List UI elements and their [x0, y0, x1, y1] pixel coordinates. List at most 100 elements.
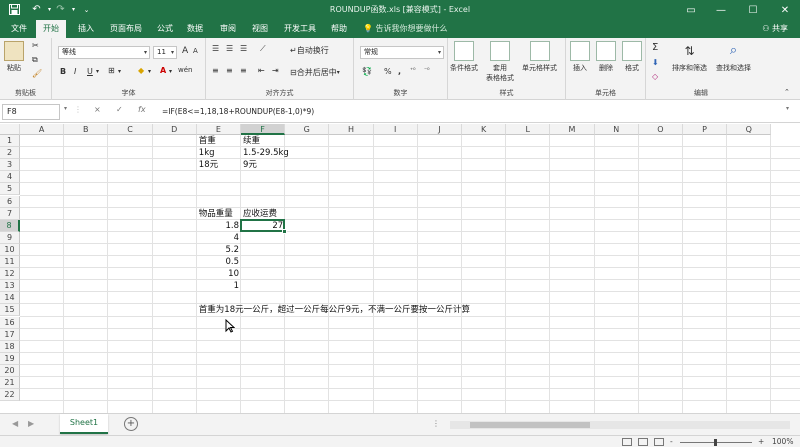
cell-e2[interactable]: 1kg [197, 147, 217, 159]
worksheet-grid[interactable]: A B C D E F G H I J K L M N O P Q 1 2 3 4 5 6 7 8 9 10 11 12 13 14 15 16… [0, 124, 800, 413]
cut-icon[interactable]: ✂ [32, 41, 39, 50]
cell-e15[interactable]: 首重为18元一公斤，超过一公斤每公斤9元，不满一公斤要按一公斤计算 [197, 304, 472, 316]
tab-home[interactable]: 开始 [36, 20, 66, 38]
cell-e13[interactable]: 1 [197, 280, 241, 292]
format-painter-icon[interactable]: 🖌 [32, 69, 42, 78]
cell-e10[interactable]: 5.2 [197, 244, 241, 256]
align-center-icon[interactable]: ≡ [226, 66, 233, 75]
prev-sheet-icon[interactable]: ◀ [12, 419, 18, 428]
column-header-n[interactable]: N [594, 124, 639, 135]
collapse-ribbon-icon[interactable]: ⌃ [784, 88, 790, 96]
row-header-17[interactable]: 17 [0, 328, 20, 341]
font-color-icon[interactable]: A [160, 66, 166, 75]
cell-e9[interactable]: 4 [197, 232, 241, 244]
chevron-down-icon[interactable]: ▾ [96, 68, 99, 75]
align-middle-icon[interactable]: ☰ [226, 44, 233, 53]
cell-e3[interactable]: 18元 [197, 159, 220, 171]
tab-split-handle[interactable]: ⋮ [432, 419, 440, 428]
row-header-11[interactable]: 11 [0, 256, 20, 269]
column-header-f[interactable]: F [241, 124, 286, 135]
cell-f3[interactable]: 9元 [241, 159, 259, 171]
cancel-icon[interactable]: × [94, 105, 101, 114]
column-header-c[interactable]: C [108, 124, 153, 135]
chevron-down-icon[interactable]: ▾ [118, 68, 121, 75]
phonetic-button[interactable]: wén [178, 66, 192, 74]
align-top-icon[interactable]: ☰ [212, 44, 219, 53]
cell-e7[interactable]: 物品重量 [197, 208, 235, 220]
increase-indent-icon[interactable]: ⇥ [272, 66, 279, 75]
column-header-m[interactable]: M [550, 124, 595, 135]
tell-me-box[interactable]: 💡 告诉我你想要做什么 [363, 23, 448, 34]
page-layout-view-icon[interactable] [638, 438, 648, 446]
clear-icon[interactable]: ◇ [652, 72, 658, 81]
tab-insert[interactable]: 插入 [71, 20, 101, 38]
row-header-2[interactable]: 2 [0, 147, 20, 160]
row-header-8[interactable]: 8 [0, 219, 20, 232]
percent-button[interactable]: % [384, 67, 392, 76]
paste-button[interactable]: 粘贴 [4, 41, 24, 73]
close-icon[interactable]: ✕ [770, 0, 800, 20]
tab-review[interactable]: 审阅 [213, 20, 243, 38]
row-header-6[interactable]: 6 [0, 195, 20, 208]
align-bottom-icon[interactable]: ☰ [240, 44, 247, 53]
decrease-decimal-icon[interactable]: ⁻⁰ [424, 67, 430, 74]
cell-e11[interactable]: 0.5 [197, 256, 241, 268]
row-header-15[interactable]: 15 [0, 304, 20, 317]
tab-formulas[interactable]: 公式 [150, 20, 180, 38]
add-sheet-button[interactable]: + [124, 417, 138, 431]
column-header-a[interactable]: A [20, 124, 65, 135]
shrink-font-button[interactable]: A [193, 47, 198, 55]
row-header-3[interactable]: 3 [0, 159, 20, 172]
increase-decimal-icon[interactable]: ⁺⁰ [410, 67, 416, 74]
scrollbar-thumb[interactable] [470, 422, 590, 428]
tab-data[interactable]: 数据 [180, 20, 210, 38]
orientation-icon[interactable]: ⟋ [260, 44, 266, 54]
normal-view-icon[interactable] [622, 438, 632, 446]
cell-e1[interactable]: 首重 [197, 135, 218, 147]
tab-view[interactable]: 视图 [245, 20, 275, 38]
align-left-icon[interactable]: ≡ [212, 66, 219, 75]
format-as-table-button[interactable]: 套用 表格格式 [486, 41, 514, 83]
enter-icon[interactable]: ✓ [116, 105, 123, 114]
fill-handle[interactable] [282, 228, 288, 234]
find-select-button[interactable]: ⌕ 查找和选择 [716, 41, 751, 73]
next-sheet-icon[interactable]: ▶ [28, 419, 34, 428]
column-header-q[interactable]: Q [727, 124, 772, 135]
column-header-h[interactable]: H [329, 124, 374, 135]
zoom-level[interactable]: 100% [772, 436, 793, 448]
autosum-icon[interactable]: Σ [652, 42, 658, 53]
cell-e12[interactable]: 10 [197, 268, 241, 280]
column-header-b[interactable]: B [64, 124, 109, 135]
column-header-e[interactable]: E [196, 124, 241, 135]
sheet-tab[interactable]: Sheet1 [60, 414, 108, 434]
share-button[interactable]: ⚇ 共享 [762, 23, 788, 34]
row-header-9[interactable]: 9 [0, 231, 20, 244]
active-cell-selection[interactable] [240, 218, 288, 234]
row-header-10[interactable]: 10 [0, 243, 20, 256]
column-header-p[interactable]: P [683, 124, 728, 135]
column-header-g[interactable]: G [285, 124, 330, 135]
column-header-l[interactable]: L [506, 124, 551, 135]
tab-file[interactable]: 文件 [4, 20, 34, 38]
row-header-18[interactable]: 18 [0, 340, 20, 353]
formula-input[interactable]: =IF(E8<=1,18,18+ROUNDUP(E8-1,0)*9) [162, 107, 314, 116]
row-header-22[interactable]: 22 [0, 389, 20, 402]
row-header-12[interactable]: 12 [0, 268, 20, 281]
decrease-indent-icon[interactable]: ⇤ [258, 66, 265, 75]
page-break-view-icon[interactable] [654, 438, 664, 446]
row-header-13[interactable]: 13 [0, 280, 20, 293]
horizontal-scrollbar[interactable] [450, 421, 790, 429]
row-header-1[interactable]: 1 [0, 135, 20, 148]
row-header-20[interactable]: 20 [0, 364, 20, 377]
row-header-14[interactable]: 14 [0, 292, 20, 305]
select-all-corner[interactable] [0, 124, 20, 135]
column-header-i[interactable]: I [373, 124, 418, 135]
row-header-4[interactable]: 4 [0, 171, 20, 184]
border-icon[interactable]: ⊞ [108, 66, 115, 75]
cell-styles-button[interactable]: 单元格样式 [522, 41, 557, 73]
row-header-21[interactable]: 21 [0, 377, 20, 390]
fill-color-icon[interactable]: ◆ [138, 66, 144, 75]
wrap-text-button[interactable]: ↵ 自动换行 [290, 45, 329, 56]
cell-e8[interactable]: 1.8 [197, 220, 241, 232]
copy-icon[interactable]: ⧉ [32, 55, 38, 65]
